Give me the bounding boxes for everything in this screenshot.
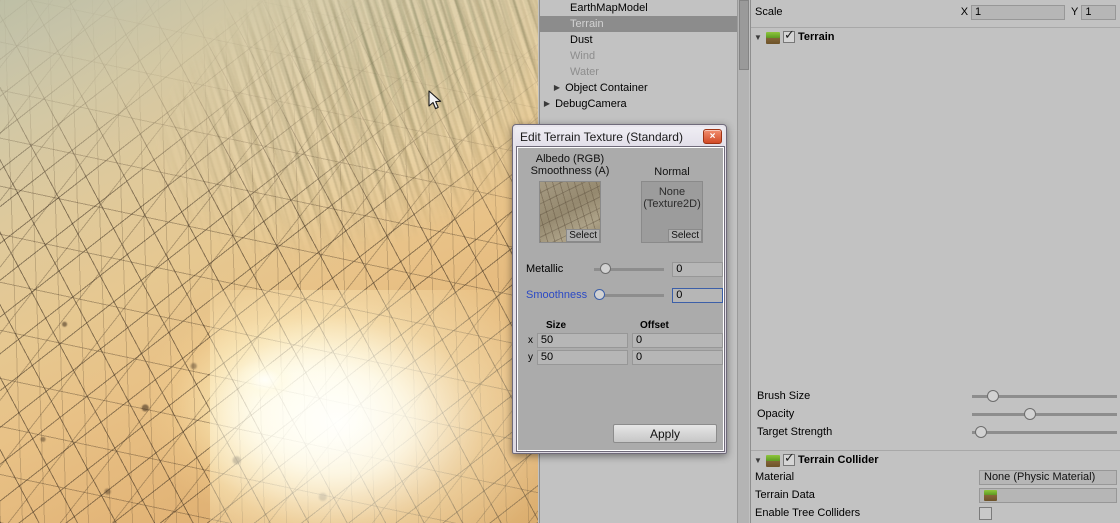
normal-none-line1: None	[658, 186, 686, 198]
hierarchy-item-label: Dust	[570, 34, 593, 46]
metallic-slider-knob[interactable]	[599, 262, 611, 274]
terrain-component-title: Terrain	[798, 31, 835, 43]
target-strength-slider[interactable]	[972, 425, 1117, 438]
brush-size-row: Brush Size	[751, 387, 1120, 405]
opacity-row: Opacity	[751, 405, 1120, 423]
material-label: Material	[755, 471, 795, 483]
opacity-label: Opacity	[757, 408, 795, 420]
terrain-collider-header[interactable]: ▼ Terrain Collider	[751, 450, 1120, 469]
foldout-arrow-icon[interactable]: ▼	[753, 33, 763, 42]
normal-title: Normal	[654, 166, 690, 178]
tiling-row-y-axis: y	[528, 352, 533, 363]
offset-header: Offset	[640, 320, 669, 331]
normal-none-label: None (Texture2D)	[642, 186, 702, 210]
scale-y-field[interactable]: 1	[1081, 4, 1116, 20]
hierarchy-item-label: Terrain	[570, 18, 604, 30]
dialog-body: Albedo (RGB) Smoothness (A) Normal Selec…	[516, 146, 725, 452]
scale-x-axis-label: X	[960, 6, 969, 18]
material-field[interactable]: None (Physic Material)	[979, 469, 1117, 485]
albedo-texture-slot[interactable]: Select	[539, 181, 601, 243]
inspector-panel: Scale X 1 Y 1 ▼ Terrain	[750, 0, 1120, 523]
terrain-data-field[interactable]	[979, 487, 1117, 503]
scale-label: Scale	[755, 6, 783, 18]
smoothness-label: Smoothness	[526, 289, 588, 301]
terrain-data-label: Terrain Data	[755, 489, 815, 501]
terrain-data-row: Terrain Data	[751, 486, 1120, 504]
metallic-field[interactable]: 0	[672, 261, 724, 277]
hierarchy-item-debugcamera[interactable]: ▶ DebugCamera	[540, 96, 737, 112]
hierarchy-item-water[interactable]: Water	[540, 64, 737, 80]
terrain-data-asset-icon	[984, 489, 997, 501]
light-bloom-secondary	[235, 360, 295, 400]
opacity-slider[interactable]	[972, 407, 1117, 420]
metallic-row: Metallic 0	[518, 260, 724, 278]
close-icon[interactable]: ×	[703, 129, 722, 144]
brush-size-label: Brush Size	[757, 390, 811, 402]
scene-view[interactable]	[0, 0, 538, 523]
metallic-slider[interactable]	[594, 262, 665, 274]
hierarchy-scrollbar[interactable]	[737, 0, 749, 523]
smoothness-field[interactable]: 0	[672, 287, 724, 303]
target-strength-row: Target Strength	[751, 423, 1120, 441]
hierarchy-item-label: EarthMapModel	[570, 2, 648, 14]
hierarchy-item-object-container[interactable]: ▶ Object Container	[540, 80, 737, 96]
enable-tree-colliders-row: Enable Tree Colliders	[751, 504, 1120, 522]
scale-y-axis-label: Y	[1071, 6, 1079, 18]
hierarchy-list: EarthMapModel Terrain Dust Wind Water ▶ …	[540, 0, 737, 112]
scale-row: Scale X 1 Y 1	[751, 2, 1120, 22]
foldout-arrow-icon[interactable]: ▼	[753, 456, 763, 465]
dialog-title: Edit Terrain Texture (Standard)	[520, 129, 683, 144]
hierarchy-scrollbar-thumb[interactable]	[739, 0, 749, 70]
hierarchy-item-label: DebugCamera	[555, 98, 627, 110]
edit-terrain-texture-dialog[interactable]: Edit Terrain Texture (Standard) × Albedo…	[512, 124, 727, 454]
terrain-collider-title: Terrain Collider	[798, 454, 879, 466]
hierarchy-item-wind[interactable]: Wind	[540, 48, 737, 64]
size-header: Size	[546, 320, 567, 331]
hierarchy-item-label: Wind	[570, 50, 596, 62]
hierarchy-item-dust[interactable]: Dust	[540, 32, 737, 48]
terrain-debris-specks	[0, 0, 538, 523]
tiling-size-x-field[interactable]: 50	[536, 333, 628, 348]
brush-size-slider-knob[interactable]	[986, 389, 999, 402]
enable-tree-colliders-checkbox[interactable]	[979, 506, 992, 520]
tiling-size-y-field[interactable]: 50	[536, 350, 628, 365]
dialog-titlebar[interactable]: Edit Terrain Texture (Standard) ×	[515, 127, 724, 146]
expand-arrow-icon[interactable]: ▶	[542, 96, 552, 112]
metallic-label: Metallic	[526, 263, 564, 275]
tiling-offset-x-field[interactable]: 0	[631, 333, 723, 348]
scale-x-field[interactable]: 1	[971, 4, 1065, 20]
terrain-component-header[interactable]: ▼ Terrain	[751, 27, 1120, 46]
terrain-collider-icon	[766, 454, 780, 467]
brush-size-slider[interactable]	[972, 389, 1117, 402]
target-strength-slider-knob[interactable]	[974, 425, 987, 438]
terrain-component-icon	[766, 31, 780, 44]
smoothness-row: Smoothness 0	[518, 286, 724, 304]
albedo-select-button[interactable]: Select	[566, 229, 600, 242]
normal-texture-slot[interactable]: None (Texture2D) Select	[641, 181, 703, 243]
apply-button[interactable]: Apply	[613, 424, 717, 443]
hierarchy-item-earthmapmodel[interactable]: EarthMapModel	[540, 0, 737, 16]
normal-select-button[interactable]: Select	[668, 229, 702, 242]
material-row: Material None (Physic Material)	[751, 468, 1120, 486]
smoothness-slider-knob[interactable]	[594, 288, 606, 300]
expand-arrow-icon[interactable]: ▶	[552, 80, 562, 96]
albedo-title-line2: Smoothness (A)	[530, 165, 610, 177]
tiling-row-x-axis: x	[528, 335, 533, 346]
enable-tree-colliders-label: Enable Tree Colliders	[755, 507, 861, 519]
opacity-slider-knob[interactable]	[1024, 407, 1037, 420]
albedo-title-line1: Albedo (RGB)	[535, 153, 605, 165]
hierarchy-item-terrain[interactable]: Terrain	[540, 16, 737, 32]
hierarchy-item-label: Object Container	[565, 82, 648, 94]
smoothness-slider[interactable]	[594, 288, 665, 300]
mouse-cursor-icon	[428, 90, 442, 110]
tiling-offset-y-field[interactable]: 0	[631, 350, 723, 365]
normal-none-line2: (Texture2D)	[643, 198, 701, 210]
hierarchy-item-label: Water	[570, 66, 599, 78]
terrain-enabled-checkbox[interactable]	[783, 28, 795, 43]
target-strength-label: Target Strength	[757, 426, 833, 438]
terrain-collider-enabled-checkbox[interactable]	[783, 451, 795, 466]
